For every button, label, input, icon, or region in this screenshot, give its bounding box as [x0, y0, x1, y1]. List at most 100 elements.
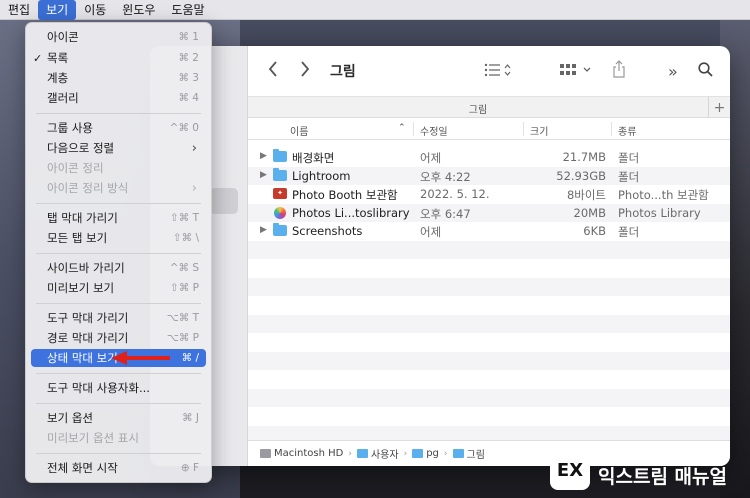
menu-item-label: 미리보기 보기: [47, 281, 115, 295]
file-kind: 폴더: [618, 151, 640, 165]
path-separator-icon: ›: [403, 448, 408, 459]
table-row[interactable]: Photos Li...toslibrary 오후 6:47 20MB Phot…: [248, 203, 730, 222]
menu-item-label: 아이콘 정리: [47, 161, 104, 175]
file-date: 오후 4:22: [420, 169, 471, 184]
empty-row: [248, 388, 730, 407]
column-size[interactable]: 크기: [530, 123, 548, 138]
menu-item-hide-path-bar[interactable]: 경로 막대 가리기 ⌥⌘ P: [31, 329, 206, 347]
new-tab-button[interactable]: +: [708, 97, 730, 118]
menu-item-label: 도구 막대 사용자화...: [47, 381, 150, 395]
menubar-window[interactable]: 윈도우: [114, 0, 163, 20]
home-folder-icon: [412, 449, 424, 458]
path-label: Macintosh HD: [274, 448, 344, 459]
empty-row: [248, 407, 730, 426]
watermark-text: More Better IT Life 익스트림 매뉴얼: [598, 452, 727, 489]
file-kind: 폴더: [618, 169, 640, 184]
group-view-icon[interactable]: [560, 63, 592, 77]
menu-item-label: 전체 화면 시작: [47, 461, 118, 475]
empty-row: [248, 240, 730, 259]
sidebar-selected-item[interactable]: [210, 188, 238, 214]
table-row[interactable]: ▶ Lightroom 오후 4:22 52.93GB 폴더: [248, 166, 730, 185]
table-row[interactable]: ▶ 배경화면 어제 21.7MB 폴더: [248, 148, 730, 167]
tab-bar: 그림 +: [248, 96, 730, 118]
file-size: 20MB: [573, 205, 606, 220]
menu-item-customize-toolbar[interactable]: 도구 막대 사용자화...: [31, 379, 206, 397]
menu-item-label: 도구 막대 가리기: [47, 311, 129, 325]
menubar-go[interactable]: 이동: [76, 0, 114, 20]
disclosure-chevron-icon[interactable]: ▶: [260, 151, 267, 161]
menu-item-label: 미리보기 옵션 표시: [47, 431, 139, 445]
submenu-arrow-icon: ›: [191, 140, 197, 156]
disclosure-chevron-icon[interactable]: ▶: [260, 170, 267, 180]
menu-item-enter-full-screen[interactable]: 전체 화면 시작 ⊕ F: [31, 459, 206, 477]
column-separator: [611, 122, 612, 136]
file-size: 21.7MB: [562, 150, 606, 164]
path-item[interactable]: pg: [412, 448, 439, 459]
empty-row: [248, 333, 730, 352]
finder-window: 그림 » 그림 + 이름 ⌃ 수정일 크기 종류 ▶ 배경화면 어제 21.7M…: [150, 46, 730, 466]
menu-item-label: 보기 옵션: [47, 411, 93, 425]
menu-item-show-preview[interactable]: 미리보기 보기 ⇧⌘ P: [31, 279, 206, 297]
menu-item-label: 그룹 사용: [47, 121, 93, 135]
shortcut-label: ⌘ /: [181, 352, 199, 364]
menubar-edit[interactable]: 편집: [0, 0, 38, 20]
view-menu: 아이콘 ⌘ 1 ✓ 목록 ⌘ 2 계층 ⌘ 3 갤러리 ⌘ 4 그룹 사용 ^⌘…: [25, 22, 212, 483]
more-toolbar-icon[interactable]: »: [668, 62, 678, 81]
column-date[interactable]: 수정일: [420, 123, 448, 138]
shortcut-label: ⌘ 3: [178, 72, 199, 84]
tab-pictures[interactable]: 그림: [248, 101, 708, 116]
menu-item-show-all-tabs[interactable]: 모든 탭 보기 ⇧⌘ \: [31, 229, 206, 247]
search-icon[interactable]: [698, 62, 713, 77]
path-label: 사용자: [370, 450, 399, 461]
menu-item-use-groups[interactable]: 그룹 사용 ^⌘ 0: [31, 119, 206, 137]
forward-icon[interactable]: [300, 61, 310, 77]
path-label: pg: [426, 448, 439, 459]
path-separator-icon: ›: [348, 448, 352, 459]
submenu-arrow-icon: ›: [191, 180, 197, 196]
menu-item-list-view[interactable]: ✓ 목록 ⌘ 2: [31, 49, 206, 67]
menu-item-column-view[interactable]: 계층 ⌘ 3: [31, 69, 206, 87]
list-view-icon[interactable]: [484, 63, 512, 77]
menu-separator: [36, 373, 201, 374]
menu-item-label: 갤러리: [47, 91, 79, 105]
table-row[interactable]: ▶ Screenshots 어제 6KB 폴더: [248, 222, 730, 241]
menu-item-hide-sidebar[interactable]: 사이드바 가리기 ^⌘ S: [31, 259, 206, 277]
menu-item-hide-toolbar[interactable]: 도구 막대 가리기 ⌥⌘ T: [31, 309, 206, 327]
column-name[interactable]: 이름: [290, 123, 308, 138]
back-icon[interactable]: [268, 61, 278, 77]
file-name: Photo Booth 보관함: [292, 188, 398, 202]
file-name: 배경화면: [292, 151, 335, 165]
empty-row: [248, 259, 730, 278]
shortcut-label: ⇧⌘ T: [169, 212, 199, 224]
menu-item-icon-view[interactable]: 아이콘 ⌘ 1: [31, 28, 206, 46]
sort-chevron-icon[interactable]: ⌃: [398, 123, 406, 133]
path-item[interactable]: Macintosh HD: [260, 448, 343, 459]
menu-item-gallery-view[interactable]: 갤러리 ⌘ 4: [31, 89, 206, 107]
menu-item-hide-tab-bar[interactable]: 탭 막대 가리기 ⇧⌘ T: [31, 209, 206, 227]
file-kind: 폴더: [618, 225, 640, 239]
empty-row: [248, 351, 730, 370]
finder-toolbar: 그림 »: [248, 46, 730, 96]
disclosure-chevron-icon[interactable]: ▶: [260, 225, 267, 235]
shortcut-label: ⌘ 2: [178, 52, 199, 64]
menu-item-sort-by[interactable]: 다음으로 정렬 ›: [31, 139, 206, 157]
path-item[interactable]: 그림: [452, 446, 485, 461]
shortcut-label: ⌘ 4: [178, 92, 199, 104]
share-icon[interactable]: [612, 60, 626, 78]
file-kind: Photos Library: [618, 205, 701, 220]
menu-separator: [36, 453, 201, 454]
window-title: 그림: [330, 64, 356, 80]
column-separator: [523, 122, 524, 136]
watermark: EX More Better IT Life 익스트림 매뉴얼: [550, 446, 748, 494]
menubar-help[interactable]: 도움말: [163, 0, 212, 20]
path-item[interactable]: 사용자: [356, 446, 399, 461]
empty-row: [248, 370, 730, 389]
file-list: ▶ 배경화면 어제 21.7MB 폴더 ▶ Lightroom 오후 4:22 …: [248, 148, 730, 444]
hard-drive-icon: [260, 449, 271, 458]
menubar-view[interactable]: 보기: [38, 0, 77, 20]
table-row[interactable]: ✦ Photo Booth 보관함 2022. 5. 12. 8바이트 Phot…: [248, 185, 730, 204]
shortcut-label: ⌘ 1: [178, 31, 199, 43]
column-kind[interactable]: 종류: [618, 123, 636, 138]
menu-separator: [36, 253, 201, 254]
menu-item-view-options[interactable]: 보기 옵션 ⌘ J: [31, 409, 206, 427]
